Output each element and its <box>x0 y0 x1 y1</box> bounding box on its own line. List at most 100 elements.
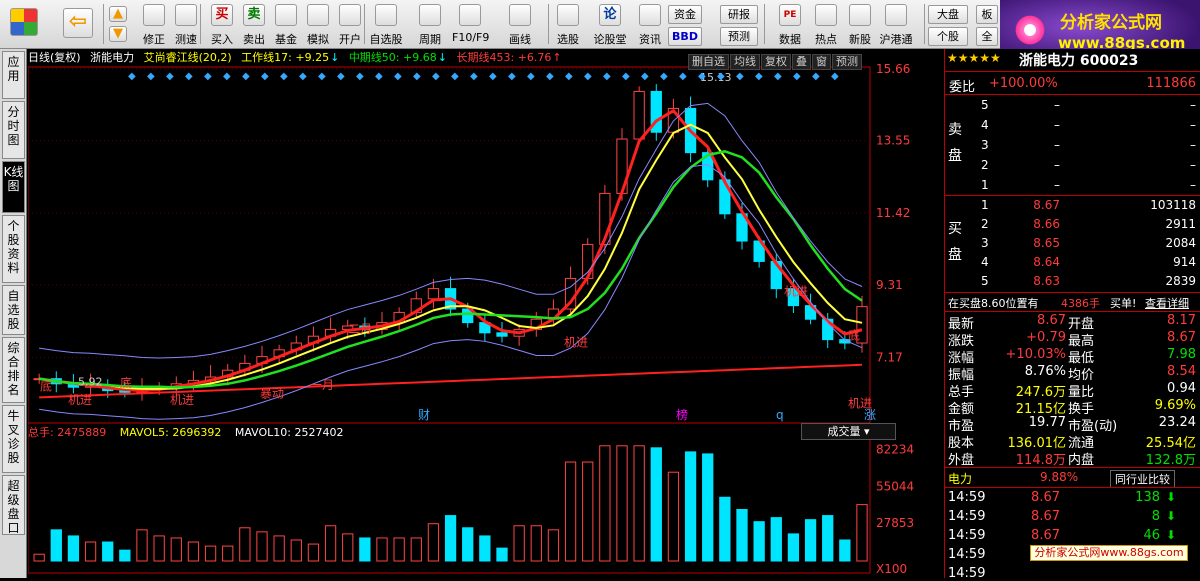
fund-button[interactable]: 基金 <box>268 2 304 47</box>
diamond-marker: ◆ <box>432 71 440 82</box>
sell-button[interactable]: 卖卖出 <box>236 2 272 47</box>
fund-icon <box>275 4 297 26</box>
ipo-button[interactable]: 新股 <box>842 2 878 47</box>
stat-value: 23.24 <box>1158 415 1196 430</box>
hammer-button[interactable]: 模拟 <box>300 2 336 47</box>
diamond-marker: ◆ <box>337 71 345 82</box>
toolbar-button-label: 新股 <box>849 33 871 46</box>
clock-button[interactable]: 测速 <box>168 2 204 47</box>
diamond-marker: ◆ <box>299 71 307 82</box>
chart-control-button[interactable]: 删自选 <box>688 54 729 70</box>
chart-control-button[interactable]: 叠 <box>792 54 811 70</box>
volume-bar <box>479 535 491 562</box>
chart-control-button[interactable]: 均线 <box>730 54 760 70</box>
left-tab-6[interactable]: 牛叉诊股 <box>2 405 25 473</box>
refresh-button[interactable]: 修正 <box>136 2 172 47</box>
app-home-button[interactable] <box>4 2 44 47</box>
stat-value: 19.77 <box>1028 415 1066 430</box>
doc-button[interactable]: F10/F9 <box>452 2 489 47</box>
cycle-button[interactable]: 周期 <box>412 2 448 47</box>
pen-button[interactable]: 画线 <box>502 2 538 47</box>
volume-bar <box>702 453 714 562</box>
kline-svg[interactable]: 15.66 13.55 11.42 9.31 7.17 82234 55044 27853 X1… <box>28 49 943 578</box>
toolbar-button-label: 画线 <box>509 33 531 46</box>
lock-button[interactable]: 开户 <box>332 2 368 47</box>
signal-annotation: 暴动 <box>260 386 284 400</box>
price-tick-label: 9.31 <box>876 278 903 292</box>
chart-control-button[interactable]: 窗 <box>812 54 831 70</box>
down-arrow-icon: ▼ <box>109 26 127 42</box>
stock-button[interactable]: 个股 <box>928 27 968 46</box>
sector-button[interactable]: 板 <box>976 5 998 24</box>
view-detail-link[interactable]: 查看详细 <box>1145 295 1189 311</box>
updown-button[interactable]: ▲ ▼ <box>106 2 130 47</box>
bid-level: 4 <box>981 255 989 269</box>
chart-control-button[interactable]: 预测 <box>832 54 862 70</box>
candle-body <box>633 90 645 140</box>
forecast-button[interactable]: 预测 <box>720 27 758 46</box>
stat-value: +0.79 <box>1026 330 1066 345</box>
folder-icon <box>375 4 397 26</box>
chart-control-button[interactable]: 复权 <box>761 54 791 70</box>
pe-button[interactable]: PE 数据 <box>772 2 808 47</box>
buy-button[interactable]: 买买入 <box>204 2 240 47</box>
volume-bar <box>136 529 148 562</box>
news-button[interactable]: 资讯 <box>632 2 668 47</box>
kline-chart-area[interactable]: 15.66 13.55 11.42 9.31 7.17 82234 55044 27853 X1… <box>28 49 943 578</box>
diamond-marker: ◆ <box>679 71 687 82</box>
separator <box>924 4 925 44</box>
diamond-marker: ◆ <box>356 71 364 82</box>
tick-time: 14:59 <box>948 490 986 505</box>
volume-bar <box>222 545 234 562</box>
ask-price: – <box>1054 138 1060 152</box>
hk-button[interactable]: 沪港通 <box>878 2 914 47</box>
left-tab-3[interactable]: 个股资料 <box>2 215 25 283</box>
bbd-button[interactable]: BBD <box>668 27 702 46</box>
forum-button[interactable]: 论论股堂 <box>592 2 628 47</box>
ipo-icon <box>849 4 871 26</box>
all-button[interactable]: 全 <box>976 27 998 46</box>
screen-button[interactable]: 选股 <box>550 2 586 47</box>
diamond-marker: ◆ <box>641 71 649 82</box>
ask-volume: – <box>1190 138 1196 152</box>
volume-bar <box>770 517 782 562</box>
left-tab-5[interactable]: 综合排名 <box>2 337 25 403</box>
signal-annotation: 机进 <box>68 393 92 407</box>
research-button[interactable]: 研报 <box>720 5 758 24</box>
market-button[interactable]: 大盘 <box>928 5 968 24</box>
left-tab-1[interactable]: 分时图 <box>2 101 25 159</box>
folder-button[interactable]: 自选股 <box>368 2 404 47</box>
left-tab-7[interactable]: 超级盘口 <box>2 475 25 535</box>
industry-compare-button[interactable]: 同行业比较 <box>1110 470 1175 488</box>
volume-tick-label: X100 <box>876 562 907 576</box>
volume-bar <box>719 496 731 562</box>
flower-icon <box>1008 8 1052 52</box>
toolbar-button-label: 测速 <box>175 33 197 46</box>
stat-value: 8.67 <box>1167 330 1196 345</box>
up-arrow-icon: ↑ <box>552 51 562 64</box>
diamond-marker: ◆ <box>204 71 212 82</box>
left-tab-4[interactable]: 自选股 <box>2 285 25 335</box>
divider <box>945 71 1200 72</box>
bid-volume: 2911 <box>1165 217 1196 231</box>
tick-time: 14:59 <box>948 528 986 543</box>
volume-bar <box>273 535 285 562</box>
back-button[interactable]: ⇦ <box>58 2 98 47</box>
fire-button[interactable]: 热点 <box>808 2 844 47</box>
left-tab-0[interactable]: 应用 <box>2 51 25 99</box>
price-tick-label: 13.55 <box>876 134 910 148</box>
diamond-marker: ◆ <box>261 71 269 82</box>
toolbar-button-label: 数据 <box>779 33 801 46</box>
cycle-icon <box>419 4 441 26</box>
volume-indicator-select[interactable]: 成交量 ▾ <box>801 423 896 440</box>
volume-bar <box>393 537 405 562</box>
event-label: q <box>776 408 784 422</box>
bid-level: 3 <box>981 236 989 250</box>
fund-flow-button[interactable]: 资金 <box>668 5 702 24</box>
diamond-marker: ◆ <box>584 71 592 82</box>
mid-line <box>38 150 863 389</box>
volume-bar <box>856 504 868 562</box>
left-tab-2[interactable]: K线图 <box>2 161 25 213</box>
ask-volume: – <box>1190 118 1196 132</box>
ask-volume: – <box>1190 178 1196 192</box>
